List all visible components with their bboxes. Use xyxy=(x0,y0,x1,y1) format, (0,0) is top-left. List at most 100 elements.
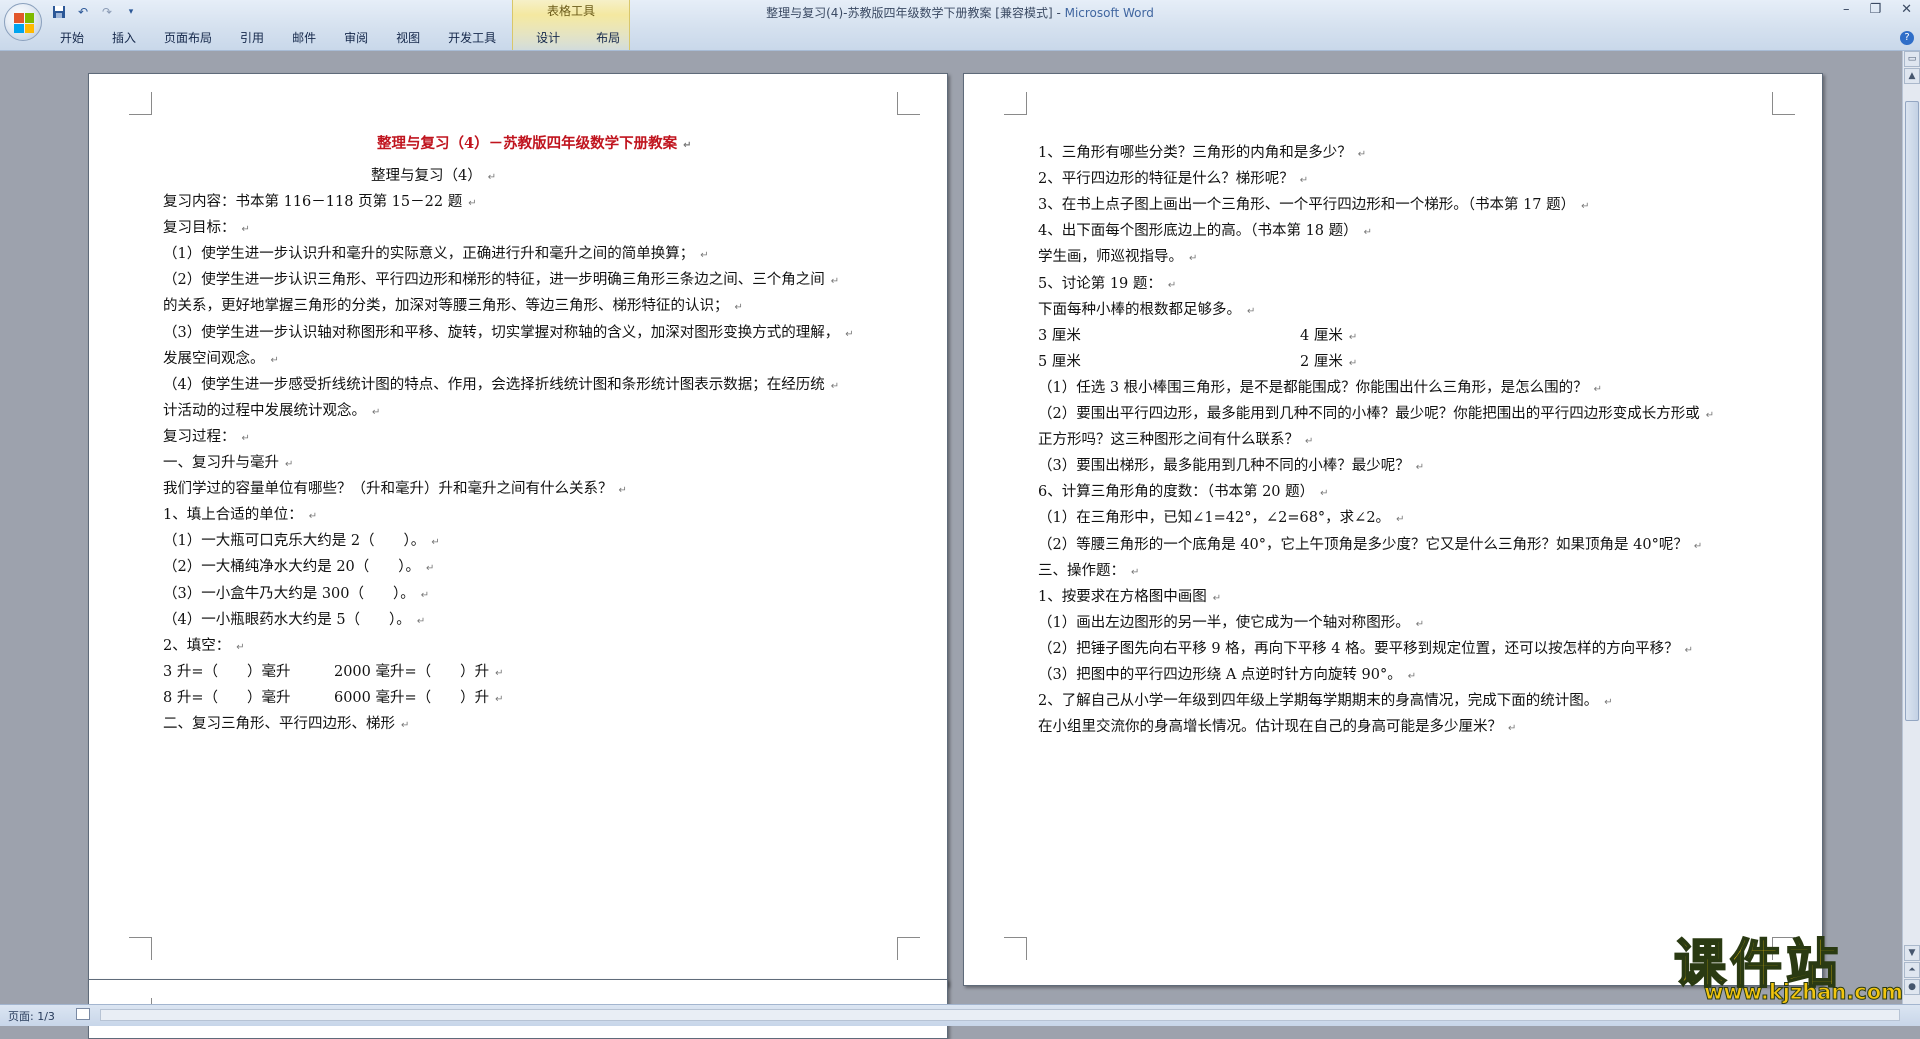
line-text: 复习内容：书本第 116－118 页第 15－22 题 xyxy=(163,194,463,210)
tab-mailings[interactable]: 邮件 xyxy=(278,28,330,48)
text-line: 计活动的过程中发展统计观念。 ↵ xyxy=(163,399,380,420)
line-text: 3 升=（ ）毫升 2000 毫升=（ ）升 xyxy=(163,664,490,680)
paragraph-mark: ↵ xyxy=(431,537,440,548)
line-text: （2）把锤子图先向右平移 9 格，再向下平移 4 格。要平移到规定位置，还可以按… xyxy=(1038,641,1679,657)
line-text: 4 厘米 xyxy=(1300,328,1343,344)
restore-button[interactable]: ❐ xyxy=(1869,2,1881,17)
line-text: （4）一小瓶眼药水大约是 5（ ）。 xyxy=(163,612,411,628)
line-text: （3）把图中的平行四边形绕 A 点逆时针方向旋转 90°。 xyxy=(1038,667,1402,683)
text-line: 1、按要求在方格图中画图 ↵ xyxy=(1038,585,1221,606)
watermark-url: www.kjzhan.com xyxy=(1703,980,1904,1005)
text-line: 4 厘米 ↵ xyxy=(1300,324,1357,345)
minimize-button[interactable]: – xyxy=(1843,2,1850,17)
tab-review[interactable]: 审阅 xyxy=(330,28,382,48)
app-name: Microsoft Word xyxy=(1064,6,1154,20)
paragraph-mark: ↵ xyxy=(1593,384,1603,395)
text-line: 下面每种小棒的根数都足够多。 ↵ xyxy=(1038,298,1255,319)
text-line: 3、在书上点子图上画出一个三角形、一个平行四边形和一个梯形。（书本第 17 题）… xyxy=(1038,193,1590,214)
line-text: 学生画，师巡视指导。 xyxy=(1038,249,1183,265)
text-line: （2）等腰三角形的一个底角是 40°，它上午顶角是多少度？它又是什么三角形？如果… xyxy=(1038,533,1702,554)
paragraph-mark: ↵ xyxy=(285,459,294,470)
scroll-down-icon[interactable]: ▼ xyxy=(1904,945,1920,961)
document-title: 整理与复习(4)-苏教版四年级数学下册教案 [兼容模式] - xyxy=(766,6,1065,20)
tab-home[interactable]: 开始 xyxy=(46,28,98,48)
page-count[interactable]: 页面: 1/3 xyxy=(8,1008,55,1024)
paragraph-mark: ↵ xyxy=(683,140,692,151)
line-text: （1）使学生进一步认识升和毫升的实际意义，正确进行升和毫升之间的简单换算； xyxy=(163,246,695,262)
text-line: （2）把锤子图先向右平移 9 格，再向下平移 4 格。要平移到规定位置，还可以按… xyxy=(1038,637,1693,658)
paragraph-mark: ↵ xyxy=(1581,201,1590,212)
line-text: （1）画出左边图形的另一半，使它成为一个轴对称图形。 xyxy=(1038,615,1410,631)
text-line: 复习目标： ↵ xyxy=(163,216,250,237)
window-title: 整理与复习(4)-苏教版四年级数学下册教案 [兼容模式] - Microsoft… xyxy=(0,4,1920,21)
tab-layout[interactable]: 布局 xyxy=(574,28,634,48)
vertical-scrollbar[interactable]: ▭ ▲ ▼ ⏶ ● xyxy=(1902,51,1920,1004)
text-line: 8 升=（ ）毫升 6000 毫升=（ ）升 ↵ xyxy=(163,686,504,707)
paragraph-mark: ↵ xyxy=(1508,723,1517,734)
tab-design[interactable]: 设计 xyxy=(510,28,574,48)
paragraph-mark: ↵ xyxy=(700,250,709,261)
paragraph-mark: ↵ xyxy=(830,276,840,287)
proofing-icon[interactable] xyxy=(76,1008,90,1020)
line-text: 1、三角形有哪些分类？三角形的内角和是多少？ xyxy=(1038,145,1352,161)
paragraph-mark: ↵ xyxy=(241,433,250,444)
line-text: 复习过程： xyxy=(163,429,236,445)
close-button[interactable]: ✕ xyxy=(1901,2,1912,17)
text-line: 3 升=（ ）毫升 2000 毫升=（ ）升 ↵ xyxy=(163,660,504,681)
text-line: 5、讨论第 19 题： ↵ xyxy=(1038,272,1176,293)
status-bar: 页面: 1/3 xyxy=(0,1004,1920,1026)
tab-insert[interactable]: 插入 xyxy=(98,28,150,48)
line-text: （3）使学生进一步认识轴对称图形和平移、旋转，切实掌握对称轴的含义，加深对图形变… xyxy=(163,325,840,341)
document-title-heading: 整理与复习（4）－苏教版四年级数学下册教案 ↵ xyxy=(377,132,691,153)
line-text: （2）要围出平行四边形，最多能用到几种不同的小棒？最少呢？你能把围出的平行四边形… xyxy=(1038,406,1700,422)
scroll-up-icon[interactable]: ▲ xyxy=(1904,68,1920,84)
select-browse-object-icon[interactable]: ● xyxy=(1904,979,1920,995)
text-line: 2、填空： ↵ xyxy=(163,634,245,655)
line-text: （2）一大桶纯净水大约是 20（ ）。 xyxy=(163,559,421,575)
line-text: （4）使学生进一步感受折线统计图的特点、作用，会选择折线统计图和条形统计图表示数… xyxy=(163,377,825,393)
line-text: 2 厘米 xyxy=(1300,354,1343,370)
line-text: 正方形吗？这三种图形之间有什么联系？ xyxy=(1038,432,1299,448)
paragraph-mark: ↵ xyxy=(1247,306,1256,317)
tab-developer[interactable]: 开发工具 xyxy=(434,28,510,48)
tab-references[interactable]: 引用 xyxy=(226,28,278,48)
text-line: 的关系，更好地掌握三角形的分类，加深对等腰三角形、等边三角形、梯形特征的认识； ↵ xyxy=(163,294,743,315)
paragraph-mark: ↵ xyxy=(1363,227,1373,238)
line-text: 发展空间观念。 xyxy=(163,351,265,367)
text-line: 学生画，师巡视指导。 ↵ xyxy=(1038,245,1197,266)
text-line: （3）使学生进一步认识轴对称图形和平移、旋转，切实掌握对称轴的含义，加深对图形变… xyxy=(163,321,854,342)
line-text: （2）等腰三角形的一个底角是 40°，它上午顶角是多少度？它又是什么三角形？如果… xyxy=(1038,537,1688,553)
paragraph-mark: ↵ xyxy=(1705,410,1715,421)
text-line: 4、出下面每个图形底边上的高。（书本第 18 题） ↵ xyxy=(1038,219,1372,240)
tab-page-layout[interactable]: 页面布局 xyxy=(150,28,226,48)
text-line: 在小组里交流你的身高增长情况。估计现在自己的身高可能是多少厘米？ ↵ xyxy=(1038,715,1516,736)
paragraph-mark: ↵ xyxy=(308,511,318,522)
text-line: （1）一大瓶可口克乐大约是 2（ ）。 ↵ xyxy=(163,529,440,550)
scroll-thumb[interactable] xyxy=(1905,101,1919,721)
crop-mark xyxy=(1004,937,1027,960)
paragraph-mark: ↵ xyxy=(416,616,426,627)
line-text: 3 厘米 xyxy=(1038,328,1081,344)
line-text: 8 升=（ ）毫升 6000 毫升=（ ）升 xyxy=(163,690,490,706)
previous-page-icon[interactable]: ⏶ xyxy=(1904,962,1920,978)
paragraph-mark: ↵ xyxy=(1407,671,1417,682)
paragraph-mark: ↵ xyxy=(270,355,279,366)
line-text: 3、在书上点子图上画出一个三角形、一个平行四边形和一个梯形。（书本第 17 题） xyxy=(1038,197,1576,213)
paragraph-mark: ↵ xyxy=(495,668,504,679)
tab-view[interactable]: 视图 xyxy=(382,28,434,48)
paragraph-mark: ↵ xyxy=(1212,593,1222,604)
document-page-2[interactable]: 1、三角形有哪些分类？三角形的内角和是多少？ ↵ 2、平行四边形的特征是什么？梯形呢… xyxy=(963,73,1823,986)
window-controls: – ❐ ✕ xyxy=(1843,2,1912,17)
paragraph-mark: ↵ xyxy=(1167,280,1177,291)
paragraph-mark: ↵ xyxy=(1348,358,1358,369)
text-line: 5 厘米 xyxy=(1038,350,1081,371)
document-page-1[interactable]: 整理与复习（4）－苏教版四年级数学下册教案 ↵ 整理与复习（4） ↵ 复习内容：书本第 … xyxy=(88,73,948,986)
crop-mark xyxy=(129,937,152,960)
help-icon[interactable]: ? xyxy=(1900,31,1914,45)
paragraph-mark: ↵ xyxy=(1320,488,1329,499)
line-text: 下面每种小棒的根数都足够多。 xyxy=(1038,302,1241,318)
text-line: 发展空间观念。 ↵ xyxy=(163,347,279,368)
ruler-toggle-icon[interactable]: ▭ xyxy=(1904,51,1920,67)
paragraph-mark: ↵ xyxy=(1684,645,1693,656)
horizontal-scrollbar[interactable] xyxy=(100,1009,1900,1021)
